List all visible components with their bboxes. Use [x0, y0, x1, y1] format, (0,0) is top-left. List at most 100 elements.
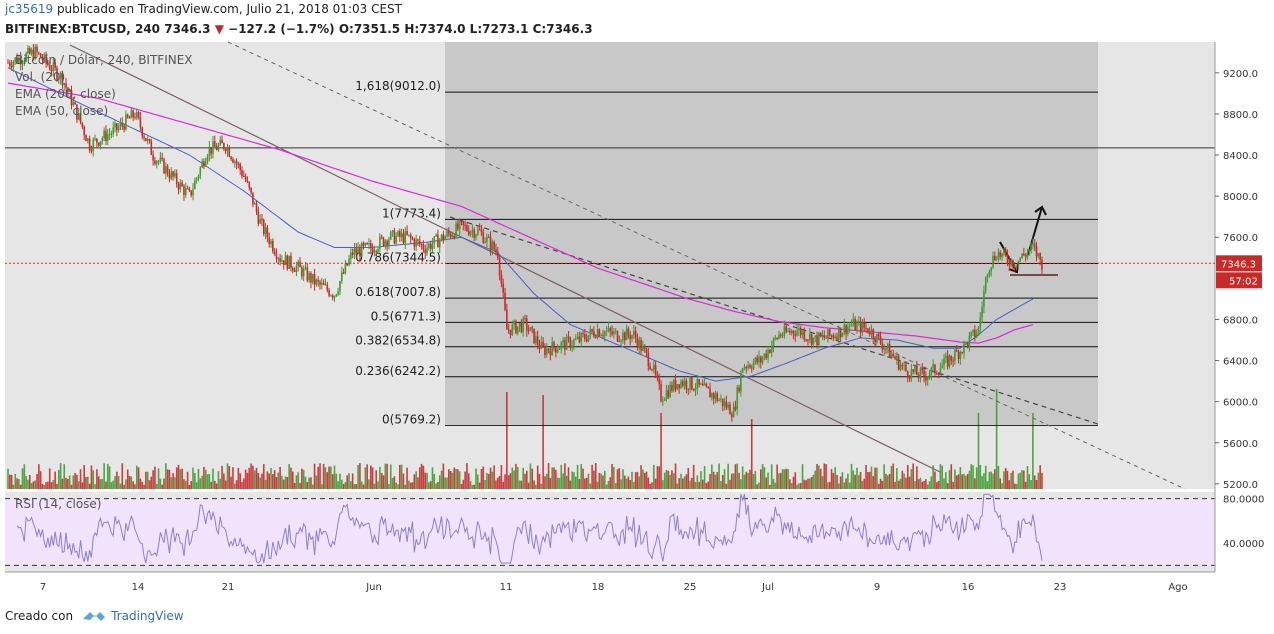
volume-bar: [533, 480, 535, 489]
volume-bar: [340, 479, 343, 489]
candle-down: [464, 224, 466, 226]
volume-bar: [388, 484, 390, 489]
volume-bar: [1003, 471, 1005, 489]
volume-bar: [290, 467, 292, 489]
volume-bar: [417, 477, 419, 489]
candle-down: [478, 229, 481, 231]
candle-down: [235, 161, 238, 164]
volume-bar: [526, 470, 528, 489]
chart-canvas[interactable]: 1,618(9012.0) 1(7773.4) 0.786(7344.5) 0.618…: [0, 40, 1274, 606]
candle-down: [418, 240, 421, 245]
volume-bar: [215, 483, 218, 489]
tradingview-brand-link[interactable]: TradingView: [111, 608, 184, 624]
volume-bar: [444, 477, 446, 489]
volume-bar: [1008, 480, 1011, 489]
candle-up: [596, 329, 599, 338]
candle-up: [580, 333, 583, 342]
candle-down: [262, 220, 265, 234]
volume-bar: [48, 468, 51, 489]
candle-up: [281, 260, 283, 262]
candle-down: [301, 267, 303, 277]
volume-bar: [43, 484, 46, 489]
volume-bar: [322, 463, 325, 489]
candle-down: [163, 158, 165, 174]
candle-down: [462, 220, 465, 225]
volume-bar: [943, 478, 945, 489]
candle-down: [243, 176, 245, 178]
candle-down: [618, 340, 621, 342]
candle-down: [375, 250, 378, 252]
candle-up: [146, 139, 149, 142]
candle-down: [420, 244, 423, 246]
fib-label: 0.236(6242.2): [355, 364, 441, 378]
volume-bar: [362, 484, 365, 489]
candle-up: [827, 329, 829, 338]
volume-bar: [1015, 483, 1018, 489]
candle-down: [901, 364, 904, 366]
volume-bar: [286, 476, 289, 489]
candle-down: [721, 398, 724, 407]
candle-down: [593, 331, 595, 337]
candle-down: [701, 383, 704, 386]
candle-up: [125, 114, 127, 130]
candle-down: [181, 182, 183, 187]
volume-bar: [460, 483, 463, 489]
volume-bar: [986, 481, 989, 489]
candle-down: [916, 366, 918, 375]
candle-down: [698, 379, 700, 385]
volume-bar: [861, 480, 864, 489]
volume-bar: [150, 476, 153, 489]
candle-down: [255, 203, 258, 212]
candle-down: [542, 341, 544, 347]
volume-bar: [197, 469, 200, 489]
volume-bar: [749, 469, 751, 489]
volume-bar: [928, 481, 931, 489]
candle-down: [602, 335, 604, 337]
volume-bar: [770, 464, 773, 489]
volume-bar: [611, 463, 613, 489]
candle-down: [282, 260, 285, 266]
volume-bar: [123, 484, 125, 489]
candle-up: [477, 229, 479, 235]
volume-bar: [406, 467, 408, 489]
volume-bar: [21, 468, 24, 489]
candle-up: [926, 376, 929, 381]
candle-down: [422, 244, 425, 250]
volume-bar: [747, 472, 749, 489]
candle-up: [631, 335, 633, 340]
legend-ema200: EMA (200, close): [15, 87, 116, 101]
volume-bar: [1032, 413, 1034, 489]
volume-bar: [106, 463, 109, 489]
candle-down: [538, 344, 541, 349]
volume-bar: [297, 472, 300, 489]
volume-bar: [237, 467, 240, 489]
volume-bar: [155, 483, 158, 489]
volume-bar: [455, 468, 457, 489]
volume-bar: [208, 473, 211, 489]
volume-bar: [304, 476, 307, 489]
candle-up: [491, 241, 494, 251]
candle-up: [718, 399, 720, 401]
open-value: O:7351.5: [338, 22, 401, 36]
candle-up: [964, 341, 967, 343]
candle-up: [620, 340, 622, 342]
author-link[interactable]: jc35619: [5, 2, 53, 16]
volume-bar: [192, 467, 194, 489]
volume-bar: [506, 392, 508, 489]
volume-bar: [449, 471, 452, 489]
volume-bar: [591, 464, 593, 489]
candle-up: [217, 144, 220, 151]
candle-up: [638, 339, 641, 348]
candle-up: [344, 263, 347, 274]
volume-bar: [257, 473, 260, 489]
volume-bar: [74, 472, 76, 489]
publish-text: publicado en TradingView.com, Julio 21, …: [56, 2, 402, 16]
candle-up: [676, 384, 679, 390]
volume-bar: [498, 475, 501, 489]
candle-down: [96, 138, 98, 143]
candle-down: [449, 233, 452, 237]
candle-down: [865, 327, 867, 329]
volume-bar: [651, 482, 653, 489]
candle-down: [190, 190, 193, 196]
candle-down: [828, 329, 831, 336]
